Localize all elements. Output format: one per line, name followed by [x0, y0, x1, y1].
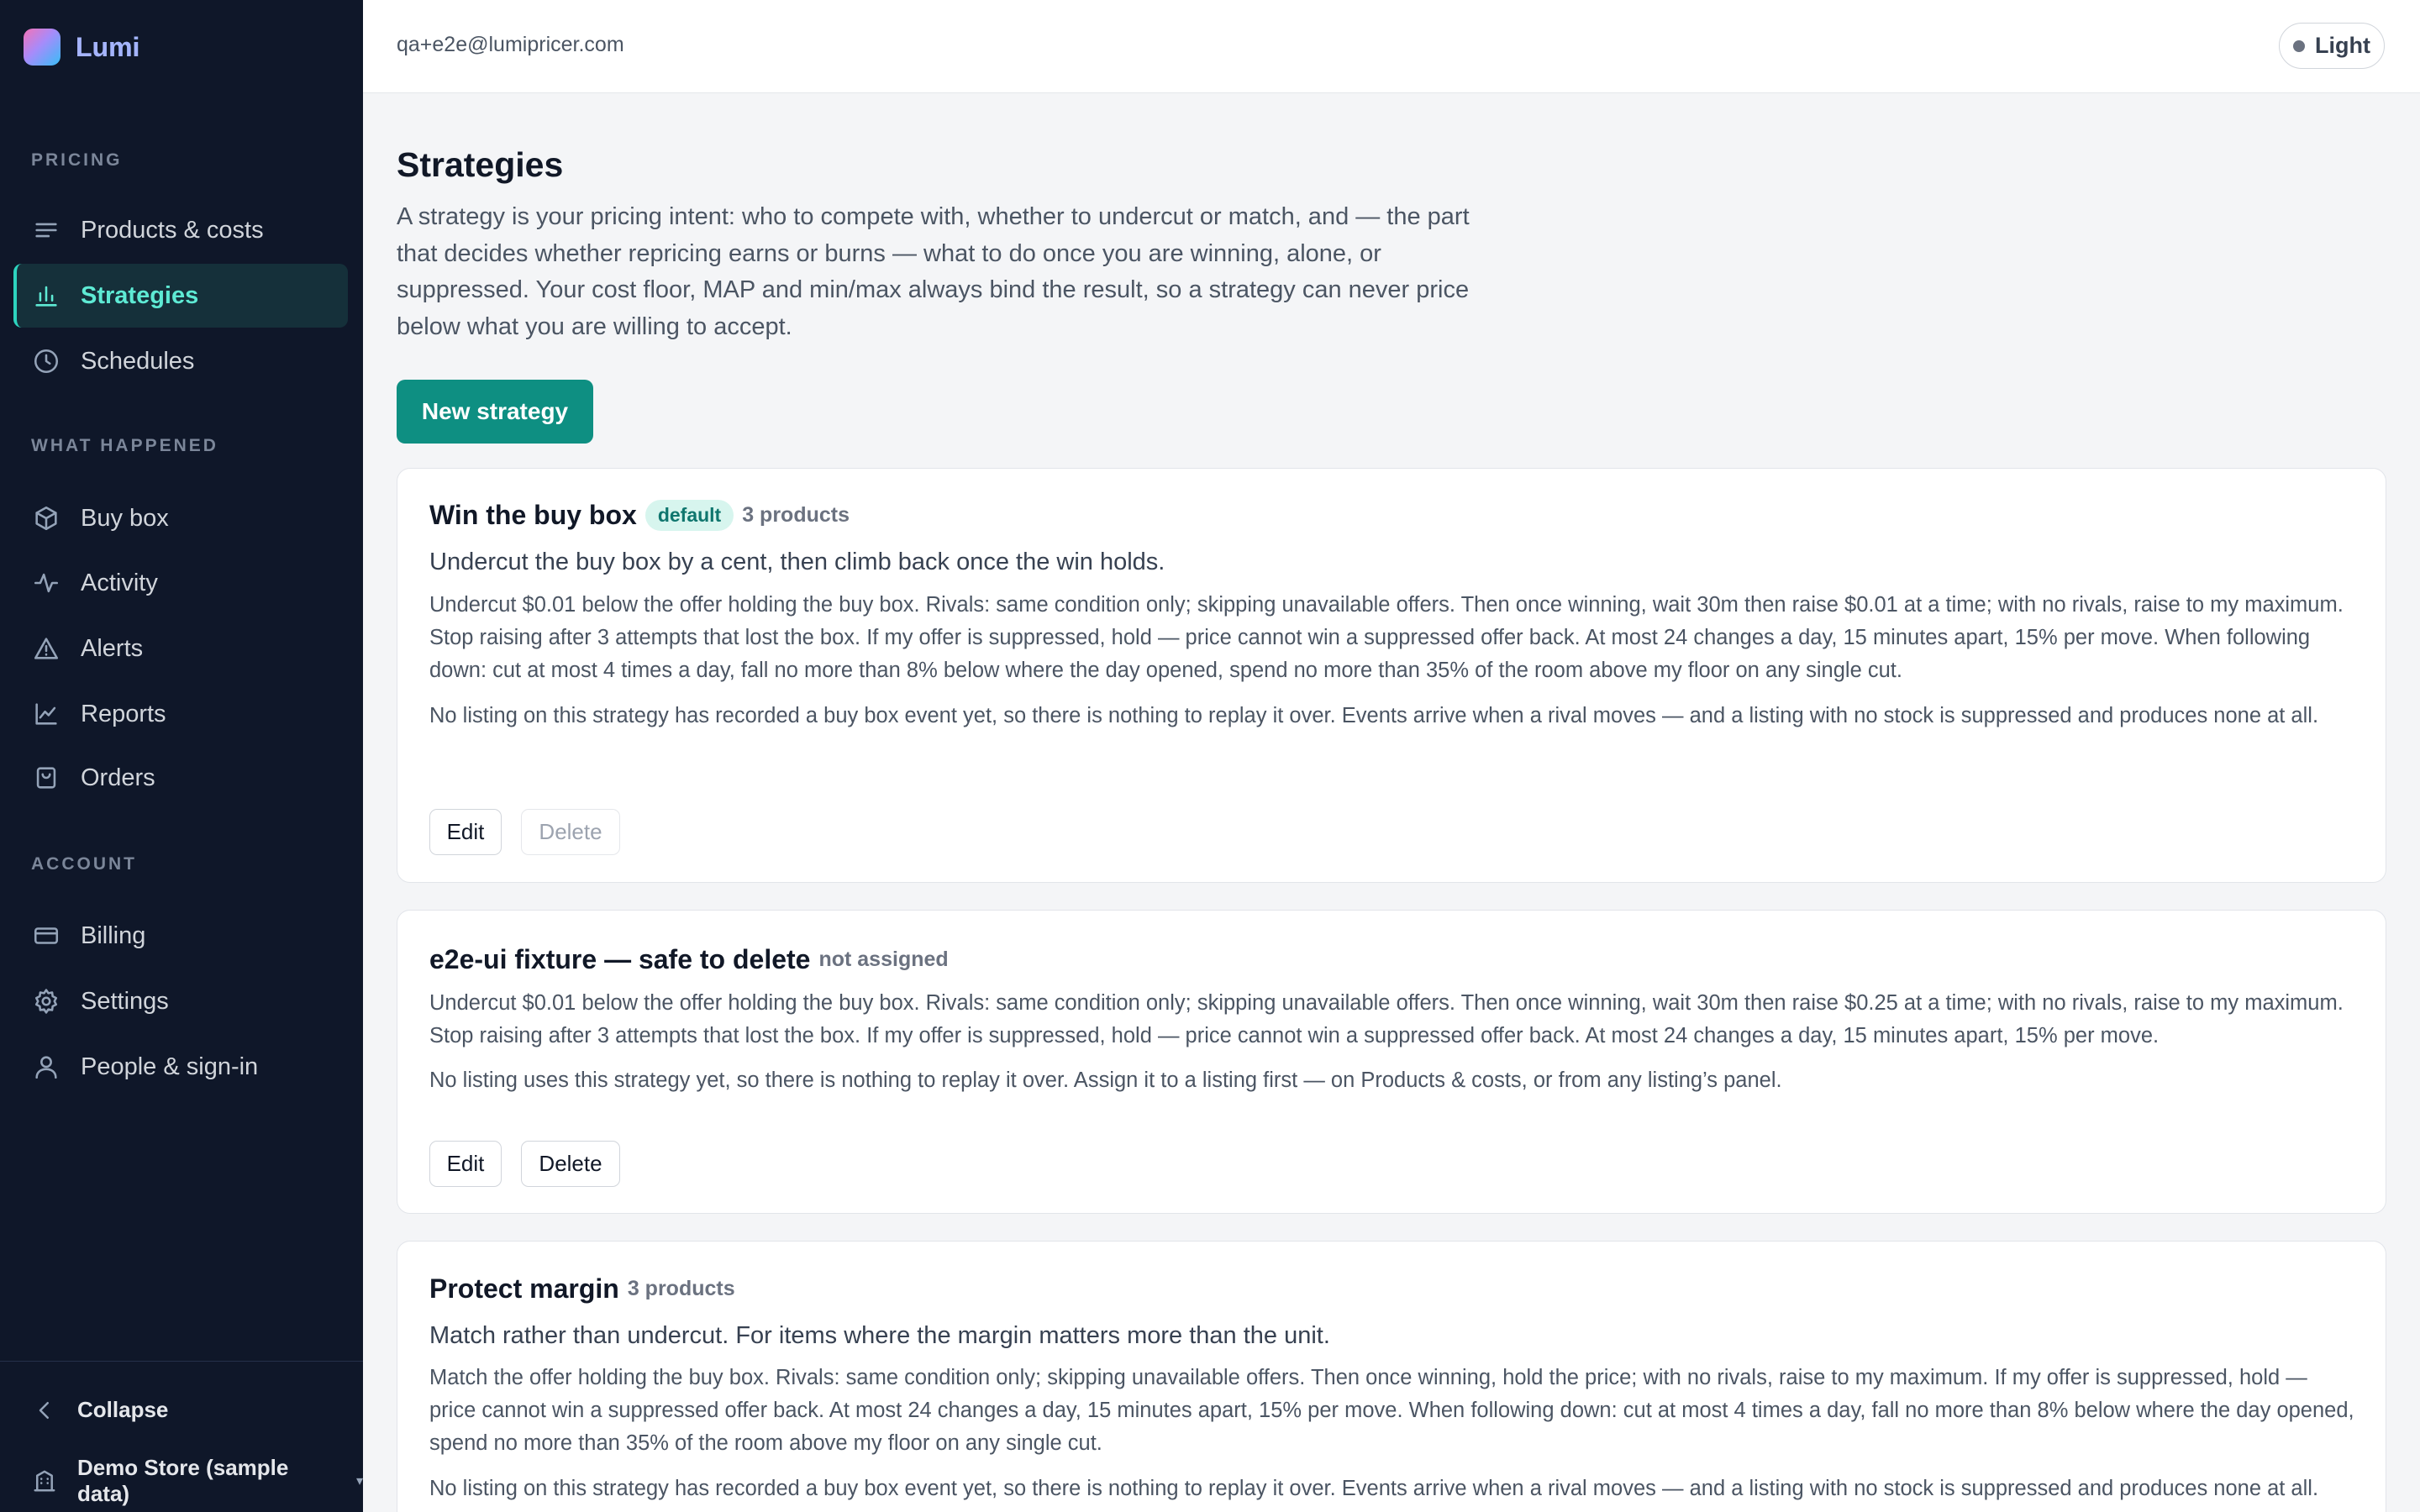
theme-toggle-button[interactable]: Light	[2279, 23, 2385, 69]
page-title: Strategies	[397, 145, 564, 184]
strategy-note: No listing on this strategy has recorded…	[429, 1477, 2319, 1500]
user-email: qa+e2e@lumipricer.com	[397, 33, 624, 56]
list-icon	[35, 223, 57, 238]
sidebar-item-reports[interactable]: Reports	[13, 682, 348, 746]
strategy-card: Protect margin 3 products Match rather t…	[397, 1241, 2386, 1512]
strategy-assignment-status: not assigned	[818, 948, 949, 971]
strategy-subtitle: Undercut the buy box by a cent, then cli…	[429, 549, 1165, 575]
sidebar-item-label: Strategies	[81, 281, 199, 309]
section-label-pricing: PRICING	[31, 150, 123, 170]
default-badge: default	[644, 500, 734, 531]
strategy-rules: Undercut $0.01 below the offer holding t…	[429, 593, 2344, 682]
chevron-left-icon	[39, 1401, 49, 1419]
strategy-rules: Match the offer holding the buy box. Riv…	[429, 1366, 2354, 1455]
caret-down-icon: ▾	[355, 1474, 363, 1488]
sidebar-item-label: Buy box	[81, 504, 169, 532]
sidebar-item-billing[interactable]: Billing	[13, 904, 348, 968]
app-name: Lumi	[76, 31, 140, 62]
sidebar-item-buy-box[interactable]: Buy box	[13, 486, 348, 550]
sidebar-item-label: Products & costs	[81, 216, 264, 244]
store-icon	[34, 1470, 55, 1492]
clock-icon	[34, 349, 59, 374]
strategy-card: e2e-ui fixture — safe to delete not assi…	[397, 910, 2386, 1214]
strategy-subtitle: Match rather than undercut. For items wh…	[429, 1322, 1330, 1349]
activity-icon	[34, 573, 59, 593]
store-switcher[interactable]: Demo Store (sample data) ▾	[32, 1455, 363, 1507]
sidebar-item-schedules[interactable]: Schedules	[13, 329, 348, 393]
sidebar-item-label: Schedules	[81, 347, 195, 375]
collapse-button[interactable]: Collapse	[32, 1397, 168, 1423]
strategy-note: No listing uses this strategy yet, so th…	[429, 1068, 1782, 1092]
sidebar-item-products-costs[interactable]: Products & costs	[13, 198, 348, 262]
strategy-card: Win the buy box default 3 products Under…	[397, 468, 2386, 883]
brand[interactable]: Lumi	[24, 29, 139, 66]
line-chart-icon	[35, 703, 57, 725]
card-header: Protect margin 3 products	[429, 1273, 735, 1305]
bar-chart-icon	[35, 286, 57, 307]
strategy-title: Win the buy box	[429, 500, 637, 530]
edit-button[interactable]: Edit	[429, 1141, 502, 1187]
strategy-title: e2e-ui fixture — safe to delete	[429, 944, 811, 974]
sidebar-item-label: Activity	[81, 569, 158, 596]
strategy-rules: Undercut $0.01 below the offer holding t…	[429, 991, 2344, 1047]
edit-button[interactable]: Edit	[429, 809, 502, 855]
sidebar-item-label: Settings	[81, 987, 169, 1015]
credit-card-icon	[34, 927, 59, 944]
box-icon	[35, 506, 57, 531]
sidebar-item-strategies[interactable]: Strategies	[13, 264, 348, 328]
page-intro: A strategy is your pricing intent: who t…	[397, 203, 1470, 340]
collapse-label: Collapse	[77, 1397, 169, 1422]
alert-triangle-icon	[34, 638, 59, 659]
sidebar-item-label: People & sign-in	[81, 1053, 259, 1080]
theme-dot-icon	[2293, 39, 2305, 52]
strategy-note: No listing on this strategy has recorded…	[429, 704, 2319, 727]
sidebar-item-orders[interactable]: Orders	[13, 746, 348, 810]
sidebar-item-people-sign-in[interactable]: People & sign-in	[13, 1035, 348, 1099]
section-label-account: ACCOUNT	[31, 854, 137, 874]
gear-icon	[34, 989, 58, 1014]
shopping-bag-icon	[36, 767, 56, 789]
new-strategy-button[interactable]: New strategy	[397, 380, 593, 444]
section-label-what-happened: WHAT HAPPENED	[31, 436, 218, 455]
card-header: Win the buy box default 3 products	[429, 500, 850, 531]
topbar: qa+e2e@lumipricer.com Light	[363, 0, 2420, 93]
delete-button[interactable]: Delete	[521, 809, 620, 855]
store-name: Demo Store (sample data)	[76, 1455, 289, 1506]
sidebar-item-label: Billing	[81, 921, 146, 949]
strategy-product-count: 3 products	[627, 1277, 735, 1300]
strategy-title: Protect margin	[429, 1273, 619, 1304]
sidebar-item-label: Alerts	[81, 634, 144, 662]
sidebar-item-settings[interactable]: Settings	[13, 969, 348, 1033]
theme-label: Light	[2315, 33, 2370, 58]
sidebar-item-activity[interactable]: Activity	[13, 551, 348, 615]
sidebar-item-label: Orders	[81, 764, 155, 791]
user-icon	[35, 1056, 57, 1079]
lumi-logo-icon	[24, 29, 60, 66]
strategy-product-count: 3 products	[742, 503, 850, 527]
sidebar-item-alerts[interactable]: Alerts	[13, 617, 348, 680]
sidebar: Lumi PRICING Products & costs Strategies…	[0, 0, 363, 1512]
delete-button[interactable]: Delete	[521, 1141, 620, 1187]
sidebar-footer: Collapse Demo Store (sample data) ▾	[0, 1361, 363, 1512]
sidebar-item-label: Reports	[81, 700, 166, 727]
card-header: e2e-ui fixture — safe to delete not assi…	[429, 944, 949, 975]
